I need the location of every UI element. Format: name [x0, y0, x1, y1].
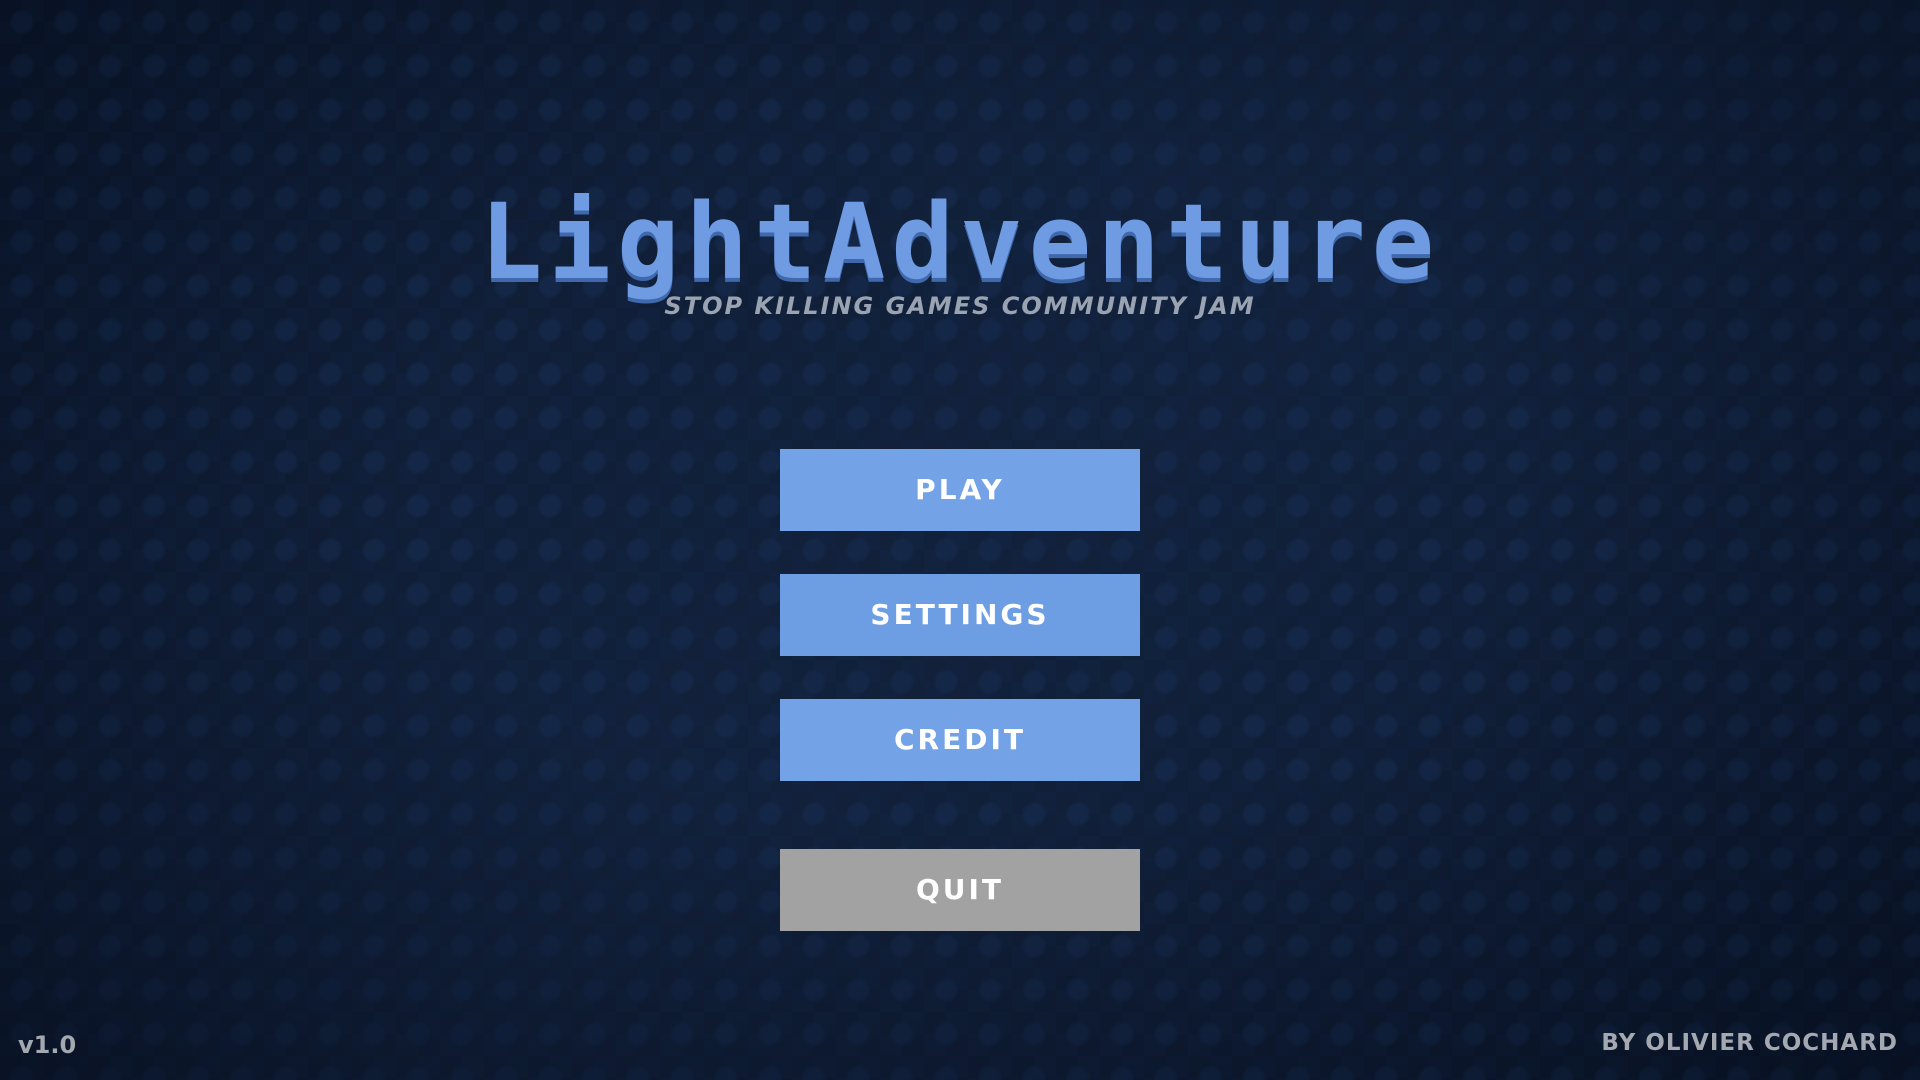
quit-button[interactable]: QUIT — [780, 849, 1140, 931]
play-button[interactable]: PLAY — [780, 449, 1140, 531]
game-title: LightAdventure — [479, 181, 1441, 303]
title-container: LightAdventure — [0, 190, 1920, 294]
credit-button[interactable]: CREDIT — [780, 699, 1140, 781]
settings-button[interactable]: SETTINGS — [780, 574, 1140, 656]
version-label: v1.0 — [18, 1031, 77, 1059]
author-credit: BY OLIVIER COCHARD — [1601, 1030, 1898, 1056]
game-subtitle: Stop Killing Games Community Jam — [664, 292, 1256, 320]
